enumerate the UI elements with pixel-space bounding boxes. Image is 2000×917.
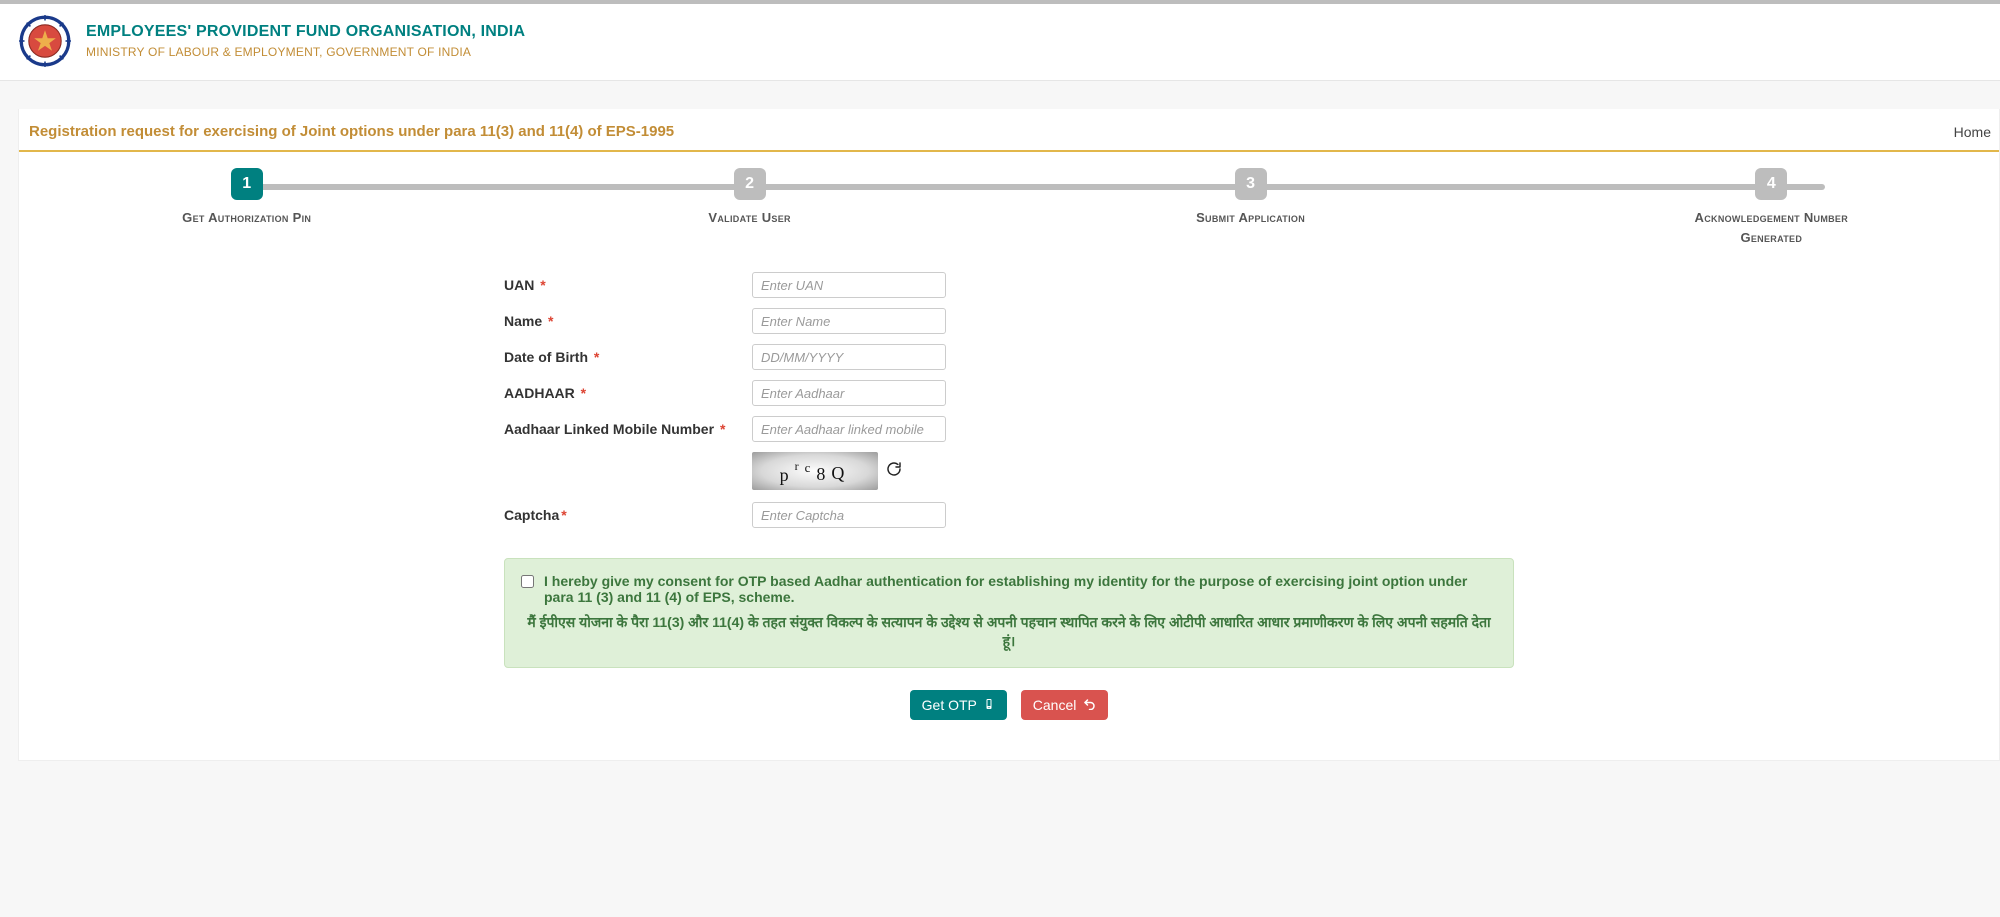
progress-stepper: 1 Get Authorization Pin 2 Validate User … [19, 168, 1999, 248]
required-marker: * [581, 385, 586, 401]
consent-panel: I hereby give my consent for OTP based A… [504, 558, 1514, 668]
site-header: EMPLOYEES' PROVIDENT FUND ORGANISATION, … [0, 4, 2000, 81]
phone-icon [983, 697, 995, 713]
epfo-logo [18, 14, 72, 68]
aadhaar-input[interactable] [752, 380, 946, 406]
consent-text-en: I hereby give my consent for OTP based A… [544, 573, 1497, 605]
page-title: Registration request for exercising of J… [29, 123, 674, 140]
captcha-label: Captcha [504, 507, 559, 523]
step-3-label: Submit Application [1161, 208, 1341, 228]
required-marker: * [594, 349, 599, 365]
step-1-bubble: 1 [231, 168, 263, 200]
step-1: 1 Get Authorization Pin [157, 168, 337, 228]
ministry-subtitle: MINISTRY OF LABOUR & EMPLOYMENT, GOVERNM… [86, 45, 525, 59]
get-otp-button[interactable]: Get OTP [910, 690, 1007, 720]
uan-label: UAN [504, 277, 534, 293]
name-input[interactable] [752, 308, 946, 334]
cancel-button[interactable]: Cancel [1021, 690, 1109, 720]
step-3: 3 Submit Application [1161, 168, 1341, 228]
required-marker: * [548, 313, 553, 329]
form-actions: Get OTP Cancel [19, 690, 1999, 720]
step-2: 2 Validate User [660, 168, 840, 228]
main-card: Registration request for exercising of J… [18, 109, 2000, 761]
step-4-label: Acknowledgement Number Generated [1681, 208, 1861, 248]
get-otp-label: Get OTP [922, 697, 977, 713]
step-4-bubble: 4 [1755, 168, 1787, 200]
name-label: Name [504, 313, 542, 329]
refresh-captcha-icon[interactable] [886, 461, 902, 482]
home-link[interactable]: Home [1954, 124, 1991, 140]
undo-icon [1082, 697, 1096, 713]
captcha-image: prc8Q [752, 452, 878, 490]
org-title: EMPLOYEES' PROVIDENT FUND ORGANISATION, … [86, 23, 525, 41]
stepper-line [247, 184, 1825, 190]
required-marker: * [561, 507, 566, 523]
mobile-input[interactable] [752, 416, 946, 442]
aadhaar-label: AADHAAR [504, 385, 575, 401]
captcha-input[interactable] [752, 502, 946, 528]
header-gap [0, 81, 2000, 109]
step-2-bubble: 2 [734, 168, 766, 200]
required-marker: * [540, 277, 545, 293]
step-1-label: Get Authorization Pin [157, 208, 337, 228]
required-marker: * [720, 421, 725, 437]
uan-input[interactable] [752, 272, 946, 298]
consent-checkbox[interactable] [521, 575, 534, 588]
step-3-bubble: 3 [1235, 168, 1267, 200]
dob-input[interactable] [752, 344, 946, 370]
auth-form: UAN * Name * Date of Birth * AADHAAR * A… [504, 272, 1514, 528]
title-rule [19, 150, 1999, 152]
step-2-label: Validate User [660, 208, 840, 228]
step-4: 4 Acknowledgement Number Generated [1681, 168, 1861, 248]
consent-text-hi: मैं ईपीएस योजना के पैरा 11(3) और 11(4) क… [521, 613, 1497, 651]
cancel-label: Cancel [1033, 697, 1077, 713]
mobile-label: Aadhaar Linked Mobile Number [504, 421, 714, 437]
dob-label: Date of Birth [504, 349, 588, 365]
